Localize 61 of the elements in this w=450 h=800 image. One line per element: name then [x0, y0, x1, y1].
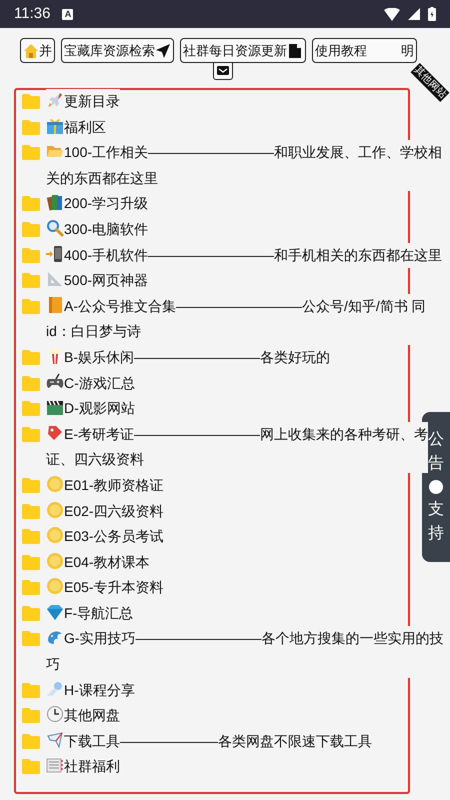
folder-icon: [22, 350, 40, 365]
folder-title[interactable]: 100-工作相关—————————和职业发展、工作、学校相 关的东西都在这里: [46, 140, 442, 192]
folder-icon: [22, 248, 40, 263]
notebook-icon: [46, 296, 64, 314]
coin-icon: [46, 526, 64, 544]
clock-icon: [46, 705, 64, 724]
folder-title[interactable]: E-考研考证—————————网上收集来的各种考研、考 证、四六级资料: [46, 422, 428, 473]
folder-icon: [22, 196, 40, 212]
folder-icon: [22, 529, 40, 544]
clapper-icon: [46, 398, 64, 416]
gem-icon: [46, 602, 64, 621]
folder-icon: [22, 120, 40, 135]
coin-icon: [46, 552, 64, 570]
folder-icon: [22, 759, 40, 774]
folder-icon: [22, 426, 40, 442]
folder-icon: [22, 478, 40, 493]
rocket-icon: [46, 91, 64, 109]
phone-arrow-icon: [46, 244, 64, 263]
books-icon: [46, 193, 64, 212]
house-icon: [23, 42, 39, 58]
folder-title[interactable]: G-实用技巧—————————各个地方搜集的一些实用的技 巧: [46, 626, 444, 678]
newspaper-icon: [46, 756, 64, 774]
notification-icon: A: [62, 8, 74, 20]
envelope-icon: [217, 64, 229, 75]
toolbar-button[interactable]: 宝藏库资源检索: [61, 38, 174, 63]
corner-ribbon[interactable]: 其他网站: [410, 63, 450, 102]
gift-icon: [46, 116, 64, 135]
folder-icon: [22, 273, 40, 288]
folder-icon: [22, 682, 40, 698]
folder-icon: [22, 708, 40, 724]
folder-icon: [22, 376, 40, 391]
battery-icon: [428, 7, 436, 21]
ruler-icon: [46, 270, 64, 288]
folder-icon: [22, 222, 40, 237]
folder-icon: [22, 554, 40, 570]
magnifier-icon: [46, 218, 64, 237]
coin-icon: [46, 577, 64, 596]
folder-icon: [22, 145, 40, 160]
toolbar-button[interactable]: 使用教程 明: [312, 38, 417, 63]
wifi-icon: [384, 8, 400, 20]
toolbar-button[interactable]: 并: [20, 38, 55, 63]
folder-icon: [22, 734, 40, 749]
folder-icon: [22, 94, 40, 109]
toolbar-button[interactable]: 社群每日资源更新: [180, 38, 306, 63]
tag-icon: [46, 424, 64, 442]
arrow-icon: [155, 42, 171, 58]
coin-icon: [46, 474, 64, 493]
folder-title[interactable]: 400-手机软件—————————和手机相关的东西都在这里: [46, 242, 442, 268]
airplane-icon: [46, 730, 64, 749]
folder-icon: [22, 606, 40, 621]
signal-icon: [408, 8, 420, 20]
file-icon: [287, 42, 303, 58]
folder-icon: [22, 401, 40, 416]
folder-icon: [22, 504, 40, 518]
folder-title[interactable]: A-公众号推文合集—————————公众号/知乎/简书 同 id：白日梦与诗: [46, 294, 426, 345]
clock-time: 11:36: [14, 4, 50, 24]
folder-icon: [22, 298, 40, 314]
gamepad-icon: [46, 372, 64, 391]
folder-icon: [22, 631, 40, 646]
folder-icon: [22, 580, 40, 596]
coin-icon: [46, 500, 64, 518]
